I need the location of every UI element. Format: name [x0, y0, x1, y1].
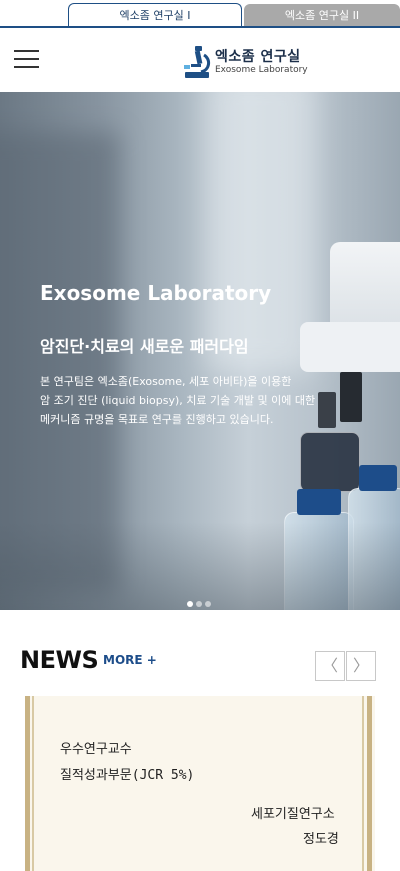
slide-dot-1[interactable]	[187, 601, 193, 607]
logo-title: 엑소좀 연구실	[215, 49, 301, 65]
hero-banner: Exosome Laboratory 암진단·치료의 새로운 패러다임 본 연구…	[0, 92, 400, 610]
slide-dot-3[interactable]	[205, 601, 211, 607]
microscope-icon	[184, 46, 210, 78]
slide-dot-2[interactable]	[196, 601, 202, 607]
certificate-text: 세포기질연구소	[251, 807, 335, 822]
certificate-text: 정도경	[303, 832, 339, 847]
hamburger-menu-icon[interactable]	[14, 50, 39, 68]
news-certificate-image[interactable]: 우수연구교수 질적성과부문(JCR 5%) 세포기질연구소 정도경	[25, 696, 375, 871]
news-prev-button[interactable]: 〈	[315, 651, 345, 681]
hero-background-shape	[205, 92, 315, 372]
lab-tabs: 엑소좀 연구실 I 엑소좀 연구실 II	[0, 0, 400, 28]
slide-pagination	[187, 592, 214, 607]
hero-description-line: 메커니즘 규명을 목표로 연구를 진행하고 있습니다.	[40, 413, 274, 426]
hero-description: 본 연구팀은 엑소좀(Exosome, 세포 아비타)을 이용한 암 조기 진단…	[40, 372, 340, 429]
hero-title: Exosome Laboratory	[40, 281, 272, 305]
news-heading: NEWS	[20, 646, 99, 674]
site-logo[interactable]: 엑소좀 연구실 Exosome Laboratory	[183, 43, 308, 79]
microscope-lens-shape	[340, 372, 362, 422]
logo-subtitle: Exosome Laboratory	[215, 65, 308, 75]
hero-description-line: 본 연구팀은 엑소좀(Exosome, 세포 아비타)을 이용한	[40, 375, 292, 388]
news-more-link[interactable]: MORE +	[103, 653, 157, 667]
hero-subtitle: 암진단·치료의 새로운 패러다임	[40, 337, 249, 356]
tab-exosome-lab-2[interactable]: 엑소좀 연구실 II	[244, 4, 400, 27]
microscope-head-shape	[300, 322, 400, 372]
news-slider-controls: 〈 〉	[315, 651, 376, 681]
site-header: 엑소좀 연구실 Exosome Laboratory	[0, 28, 400, 92]
news-next-button[interactable]: 〉	[346, 651, 376, 681]
certificate-text: 질적성과부문(JCR 5%)	[60, 768, 195, 783]
tab-exosome-lab-1[interactable]: 엑소좀 연구실 I	[68, 3, 242, 27]
news-section: NEWS MORE + 〈 〉 우수연구교수 질적성과부문(JCR 5%) 세포…	[0, 610, 400, 871]
hero-description-line: 암 조기 진단 (liquid biopsy), 치료 기술 개발 및 이에 대…	[40, 394, 316, 407]
certificate-text: 우수연구교수	[60, 742, 132, 757]
lab-bottle-shape	[300, 432, 360, 492]
